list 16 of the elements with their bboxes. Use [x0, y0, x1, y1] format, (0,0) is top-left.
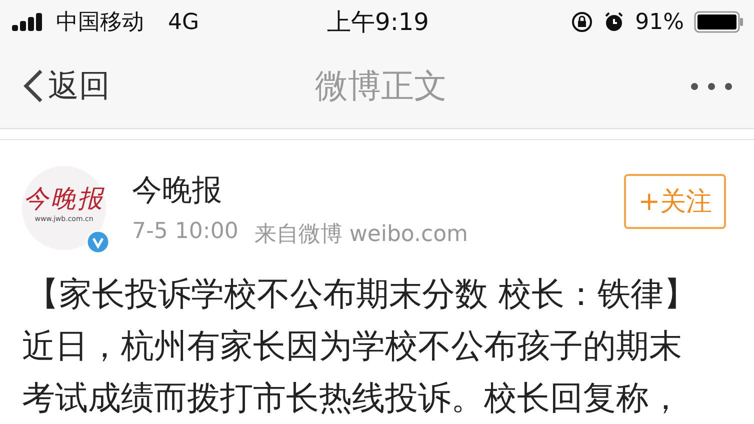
carrier-name: 中国移动: [56, 9, 144, 37]
post-source: 来自微博 weibo.com: [254, 221, 468, 249]
clock-time: 上午9:19: [327, 7, 429, 38]
rotation-lock-icon: [571, 11, 594, 33]
post-body: 近日，杭州有家长因为学校不公布孩子的期末考试成绩而拨打市长热线投诉。校长回复称，: [22, 325, 683, 419]
battery-percent: 91%: [635, 10, 684, 34]
page-title: 微博正文: [315, 64, 447, 106]
post-headline: 【家长投诉学校不公布期末分数 校长：铁律】: [26, 273, 698, 315]
back-button[interactable]: 返回: [22, 65, 110, 107]
back-chevron-icon: [22, 68, 44, 104]
network-type: 4G: [168, 10, 200, 34]
author-name[interactable]: 今晚报: [132, 170, 598, 211]
alarm-icon: [603, 11, 626, 33]
logo-name: 今晚报: [24, 184, 104, 214]
battery-icon: [694, 11, 744, 33]
post-time: 7-5 10:00: [132, 219, 238, 246]
